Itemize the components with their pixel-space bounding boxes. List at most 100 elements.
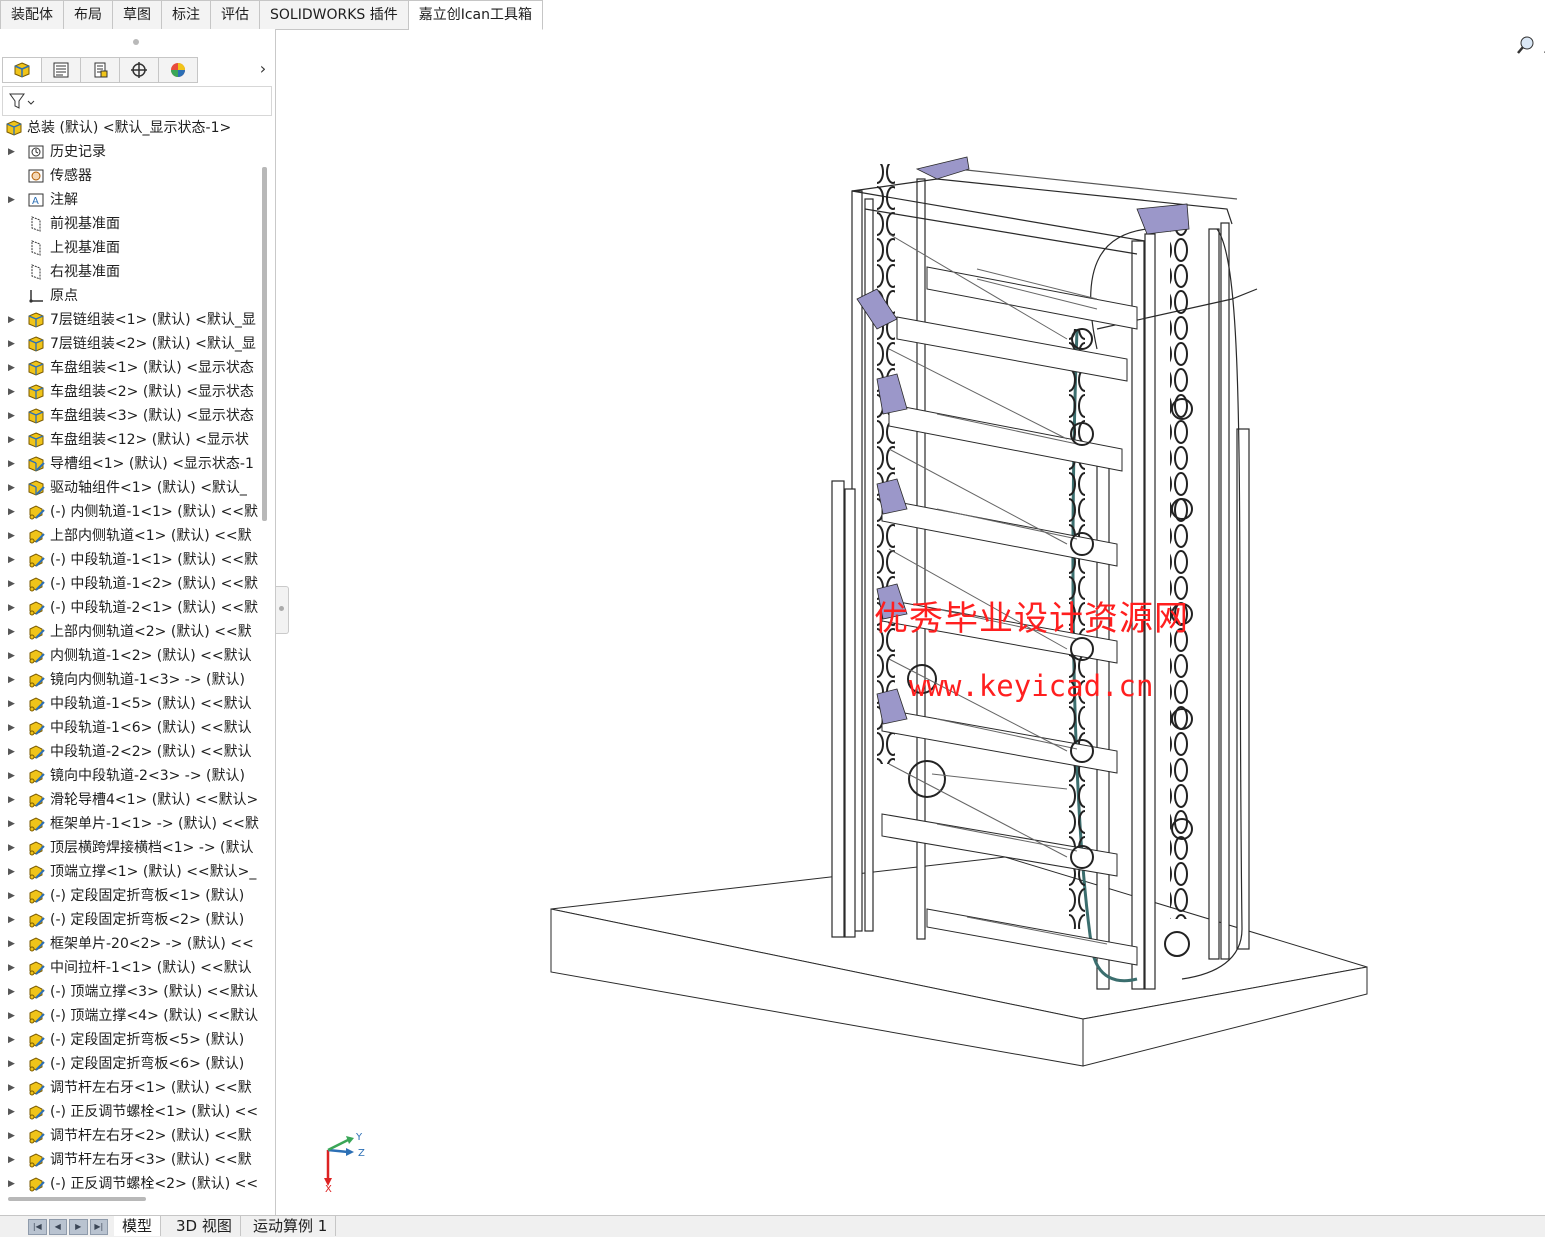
tree-item[interactable]: ▶ 中段轨道-1<6> (默认) <<默认 [0,716,262,740]
tab-ican-toolbox[interactable]: 嘉立创Ican工具箱 [408,0,544,30]
tree-item[interactable]: ▶ (-) 定段固定折弯板<6> (默认) [0,1052,262,1076]
expand-arrow-icon[interactable]: ▶ [8,980,15,1004]
expand-arrow-icon[interactable]: ▶ [8,308,15,332]
prev-tab-button[interactable]: ◀ [48,1219,67,1235]
expand-arrow-icon[interactable]: ▶ [8,668,15,692]
expand-arrow-icon[interactable]: ▶ [8,860,15,884]
tree-item[interactable]: ▶ 上部内侧轨道<2> (默认) <<默 [0,620,262,644]
tree-item[interactable]: 右视基准面 [0,260,262,284]
expand-arrow-icon[interactable]: ▶ [8,692,15,716]
tree-item[interactable]: ▶ (-) 正反调节螺栓<2> (默认) << [0,1172,262,1196]
expand-arrow-icon[interactable]: ▶ [8,1004,15,1028]
tab-motion-study-1[interactable]: 运动算例 1 [245,1216,337,1236]
tree-item[interactable]: ▶ (-) 正反调节螺栓<1> (默认) << [0,1100,262,1124]
tree-item[interactable]: ▶ 7层链组装<1> (默认) <默认_显 [0,308,262,332]
tree-item[interactable]: 原点 [0,284,262,308]
expand-arrow-icon[interactable]: ▶ [8,908,15,932]
expand-arrow-icon[interactable]: ▶ [8,1076,15,1100]
expand-arrow-icon[interactable]: ▶ [8,332,15,356]
expand-arrow-icon[interactable]: ▶ [8,764,15,788]
expand-arrow-icon[interactable]: ▶ [8,476,15,500]
expand-arrow-icon[interactable]: ▶ [8,932,15,956]
tree-item[interactable]: ▶ 滑轮导槽4<1> (默认) <<默认> [0,788,262,812]
display-manager-icon[interactable] [159,57,198,83]
expand-arrow-icon[interactable]: ▶ [8,788,15,812]
tree-item[interactable]: ▶ 框架单片-1<1> -> (默认) <<默 [0,812,262,836]
expand-arrow-icon[interactable]: ▶ [8,740,15,764]
expand-arrow-icon[interactable]: ▶ [8,572,15,596]
tree-item[interactable]: ▶ (-) 定段固定折弯板<5> (默认) [0,1028,262,1052]
tree-item[interactable]: ▶ 中段轨道-1<5> (默认) <<默认 [0,692,262,716]
expand-arrow-icon[interactable]: ▶ [8,1028,15,1052]
tree-item[interactable]: ▶ 驱动轴组件<1> (默认) <默认_ [0,476,262,500]
expand-arrow-icon[interactable]: ▶ [8,836,15,860]
tree-item[interactable]: 上视基准面 [0,236,262,260]
tree-vertical-scrollbar[interactable] [262,167,267,521]
tree-item[interactable]: ▶ (-) 顶端立撑<4> (默认) <<默认 [0,1004,262,1028]
last-tab-button[interactable]: ▶| [89,1219,108,1235]
tree-item[interactable]: ▶ (-) 内侧轨道-1<1> (默认) <<默 [0,500,262,524]
tree-item[interactable]: ▶ 镜向中段轨道-2<3> -> (默认) [0,764,262,788]
expand-arrow-icon[interactable]: ▶ [8,956,15,980]
tree-filter-bar[interactable] [2,86,272,116]
expand-arrow-icon[interactable]: ▶ [8,356,15,380]
expand-arrow-icon[interactable]: ▶ [8,524,15,548]
tree-item[interactable]: ▶ A 注解 [0,188,262,212]
expand-arrow-icon[interactable]: ▶ [8,716,15,740]
tree-item[interactable]: ▶ 中段轨道-2<2> (默认) <<默认 [0,740,262,764]
tree-item[interactable]: ▶ 镜向内侧轨道-1<3> -> (默认) [0,668,262,692]
expand-arrow-icon[interactable]: ▶ [8,644,15,668]
panel-more-arrow[interactable]: › [253,57,273,83]
tab-model[interactable]: 模型 [114,1216,162,1236]
tree-item[interactable]: ▶ 内侧轨道-1<2> (默认) <<默认 [0,644,262,668]
next-tab-button[interactable]: ▶ [69,1219,88,1235]
tree-item[interactable]: ▶ 上部内侧轨道<1> (默认) <<默 [0,524,262,548]
graphics-viewport[interactable]: 优秀毕业设计资源网 www.keyicad.cn [277,29,1545,1215]
property-manager-icon[interactable] [42,57,81,83]
tree-item[interactable]: ▶ 调节杆左右牙<1> (默认) <<默 [0,1076,262,1100]
tab-layout[interactable]: 布局 [64,0,113,30]
first-tab-button[interactable]: |◀ [28,1219,47,1235]
configuration-manager-icon[interactable] [81,57,120,83]
expand-arrow-icon[interactable]: ▶ [8,884,15,908]
tab-3d-view[interactable]: 3D 视图 [168,1216,241,1236]
tab-evaluate[interactable]: 评估 [211,0,260,30]
tree-item[interactable]: ▶ 7层链组装<2> (默认) <默认_显 [0,332,262,356]
dimxpert-manager-icon[interactable] [120,57,159,83]
tree-item[interactable]: ▶ 中间拉杆-1<1> (默认) <<默认 [0,956,262,980]
tree-item[interactable]: ▶ (-) 中段轨道-1<1> (默认) <<默 [0,548,262,572]
expand-arrow-icon[interactable]: ▶ [8,1172,15,1196]
tab-assembly[interactable]: 装配体 [0,0,64,30]
expand-arrow-icon[interactable]: ▶ [8,188,15,212]
tree-root-assembly[interactable]: 总装 (默认) <默认_显示状态-1> [0,116,262,140]
tree-item[interactable]: ▶ 框架单片-20<2> -> (默认) << [0,932,262,956]
expand-arrow-icon[interactable]: ▶ [8,380,15,404]
tree-item[interactable]: ▶ 顶层横跨焊接横档<1> -> (默认 [0,836,262,860]
expand-arrow-icon[interactable]: ▶ [8,1100,15,1124]
funnel-filter-icon[interactable] [7,91,35,115]
tree-item[interactable]: ▶ 车盘组装<1> (默认) <显示状态 [0,356,262,380]
tab-sketch[interactable]: 草图 [113,0,162,30]
expand-arrow-icon[interactable]: ▶ [8,620,15,644]
expand-arrow-icon[interactable]: ▶ [8,548,15,572]
tree-item[interactable]: ▶ 顶端立撑<1> (默认) <<默认>_ [0,860,262,884]
panel-grip[interactable] [133,39,139,45]
tree-horizontal-scrollbar[interactable] [8,1197,146,1201]
expand-arrow-icon[interactable]: ▶ [8,404,15,428]
tree-item[interactable]: ▶ 导槽组<1> (默认) <显示状态-1 [0,452,262,476]
expand-arrow-icon[interactable]: ▶ [8,1052,15,1076]
expand-arrow-icon[interactable]: ▶ [8,452,15,476]
tree-item[interactable]: ▶ 车盘组装<3> (默认) <显示状态 [0,404,262,428]
expand-arrow-icon[interactable]: ▶ [8,812,15,836]
tree-item[interactable]: ▶ (-) 中段轨道-1<2> (默认) <<默 [0,572,262,596]
tree-item[interactable]: ▶ 调节杆左右牙<3> (默认) <<默 [0,1148,262,1172]
zoom-to-fit-icon[interactable] [1515,34,1537,56]
tree-item[interactable]: ▶ 车盘组装<2> (默认) <显示状态 [0,380,262,404]
tree-item[interactable]: ▶ 车盘组装<12> (默认) <显示状 [0,428,262,452]
tab-solidworks-addins[interactable]: SOLIDWORKS 插件 [260,0,409,30]
expand-arrow-icon[interactable]: ▶ [8,428,15,452]
expand-arrow-icon[interactable]: ▶ [8,1124,15,1148]
tab-markup[interactable]: 标注 [162,0,211,30]
featuremanager-tree-icon[interactable] [2,57,42,83]
tree-item[interactable]: 传感器 [0,164,262,188]
